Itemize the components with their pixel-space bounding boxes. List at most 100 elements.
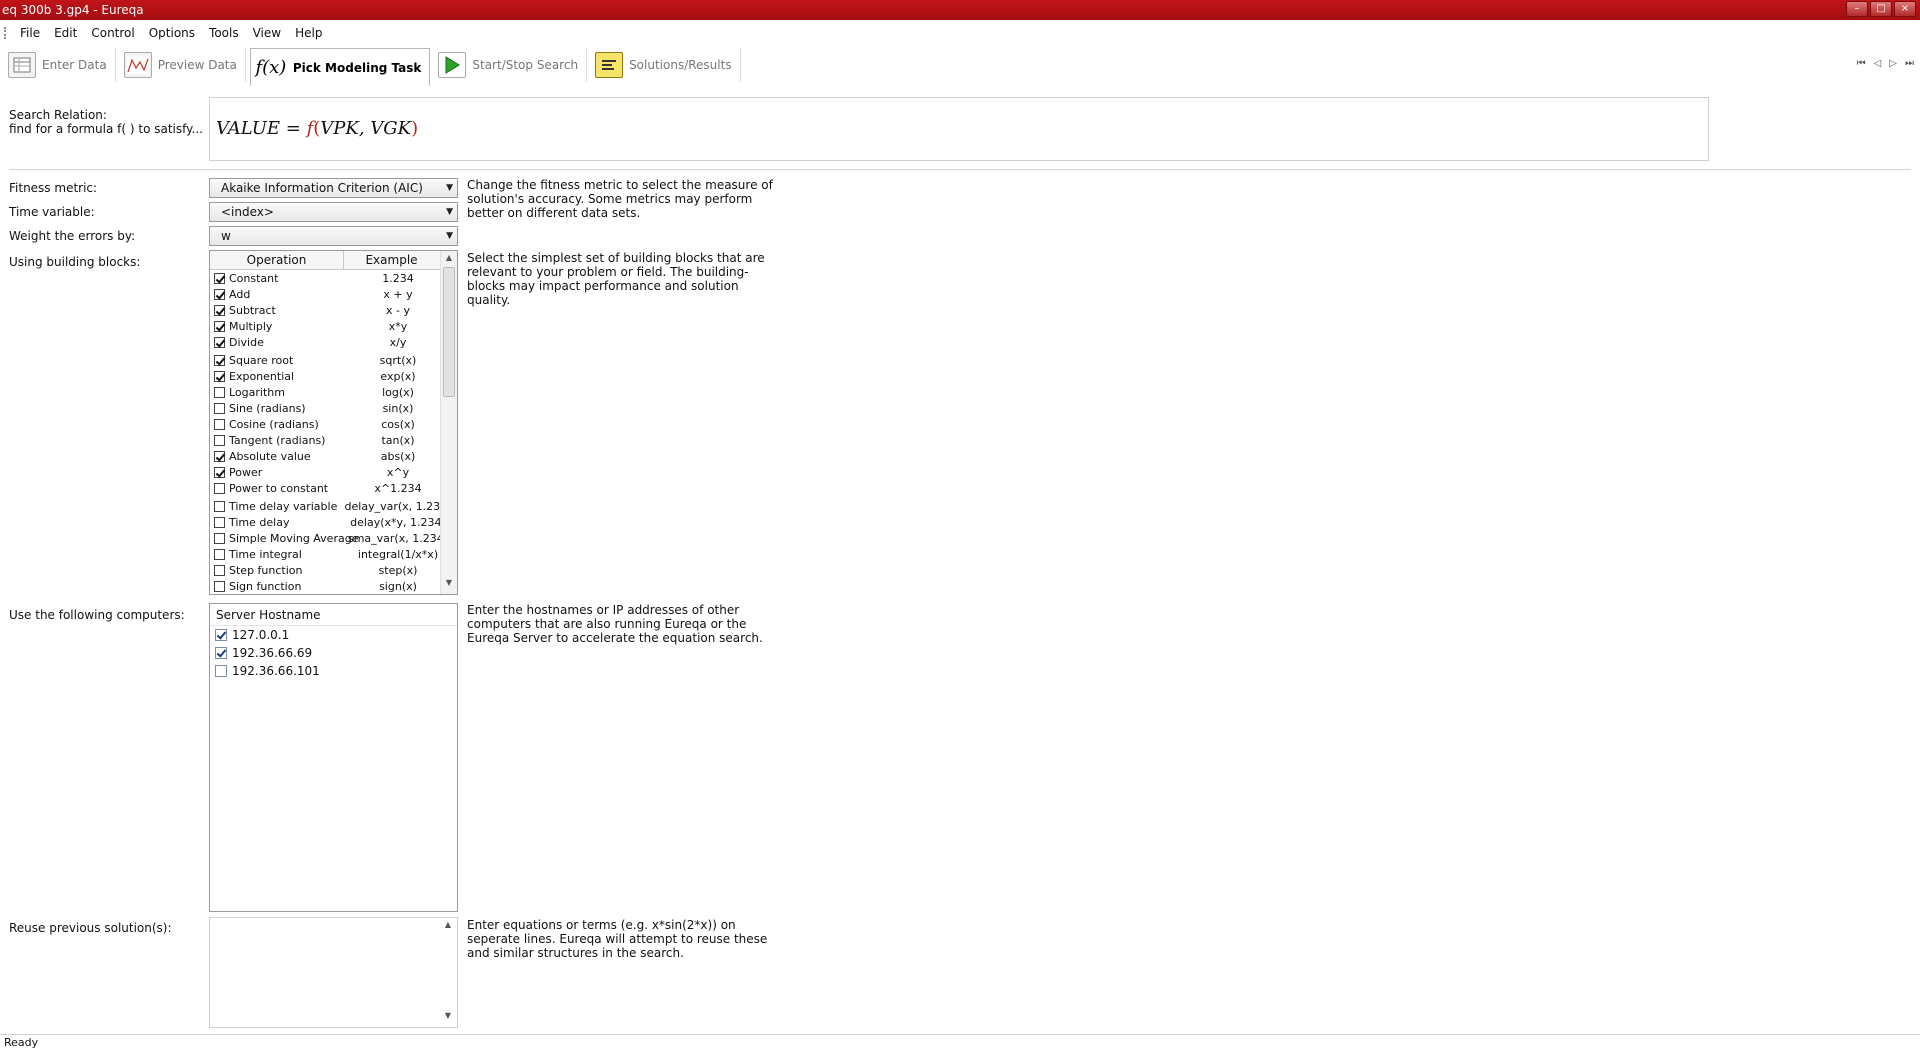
menu-options[interactable]: Options <box>142 23 202 43</box>
results-icon <box>595 52 624 78</box>
maximize-button[interactable]: □ <box>1870 1 1892 17</box>
building-block-checkbox[interactable] <box>214 516 225 528</box>
close-button[interactable]: × <box>1894 1 1916 17</box>
reuse-scrollbar[interactable]: ▲ ▼ <box>440 918 457 1027</box>
building-block-row[interactable]: Absolute value abs(x) <box>210 448 457 464</box>
host-row[interactable]: 127.0.0.1 <box>210 626 457 644</box>
building-block-operation: Cosine (radians) <box>229 417 319 431</box>
building-block-row[interactable]: Multiply x*y <box>210 318 457 334</box>
column-server-hostname: Server Hostname <box>210 604 457 626</box>
weight-errors-select[interactable]: w ▼ <box>209 226 458 246</box>
scroll-down-icon[interactable]: ▼ <box>440 1011 456 1025</box>
building-block-checkbox[interactable] <box>214 386 225 398</box>
building-block-example: sin(x) <box>382 401 414 415</box>
building-block-row[interactable]: Simple Moving Average sma_var(x, 1.234) <box>210 530 457 546</box>
building-block-checkbox[interactable] <box>214 532 225 544</box>
building-block-checkbox[interactable] <box>214 434 225 446</box>
building-block-row[interactable]: Time delay variable delay_var(x, 1.234) <box>210 498 457 514</box>
scroll-up-icon[interactable]: ▲ <box>441 253 457 267</box>
column-operation[interactable]: Operation <box>210 251 344 269</box>
host-row[interactable]: 192.36.66.101 <box>210 662 457 680</box>
menu-edit[interactable]: Edit <box>47 23 84 43</box>
building-blocks-table[interactable]: Operation Example Constant 1.234 Add x + yS… <box>209 250 458 595</box>
last-page-icon[interactable]: ⏭ <box>1905 58 1914 69</box>
menu-file[interactable]: File <box>13 23 47 43</box>
solutions-results-button[interactable]: Solutions/Results <box>591 48 741 82</box>
start-stop-search-button[interactable]: Start/Stop Search <box>434 48 588 82</box>
building-block-example: x^1.234 <box>374 481 422 495</box>
building-block-row[interactable]: Subtract x - y <box>210 302 457 318</box>
menu-control[interactable]: Control <box>84 23 141 43</box>
building-blocks-help: Select the simplest set of building bloc… <box>467 251 765 307</box>
building-block-checkbox[interactable] <box>214 304 225 316</box>
building-block-checkbox[interactable] <box>214 580 225 592</box>
building-block-checkbox[interactable] <box>214 418 225 430</box>
preview-data-button[interactable]: Preview Data <box>120 48 246 82</box>
building-block-row[interactable]: Power to constant x^1.234 <box>210 480 457 496</box>
building-block-row[interactable]: Power x^y <box>210 464 457 480</box>
enter-data-button[interactable]: Enter Data <box>4 48 116 82</box>
building-block-row[interactable]: Time delay delay(x*y, 1.234) <box>210 514 457 530</box>
next-page-icon[interactable]: ▷ <box>1889 58 1897 69</box>
building-block-example: x*y <box>388 319 408 333</box>
building-block-checkbox[interactable] <box>214 500 225 512</box>
computers-list[interactable]: Server Hostname 127.0.0.1 192.36.66.69 192… <box>209 603 458 912</box>
building-block-checkbox[interactable] <box>214 548 225 560</box>
building-block-row[interactable]: Tangent (radians) tan(x) <box>210 432 457 448</box>
menu-view[interactable]: View <box>246 23 288 43</box>
fitness-metric-select[interactable]: Akaike Information Criterion (AIC) ▼ <box>209 178 458 198</box>
building-block-checkbox[interactable] <box>214 272 225 284</box>
time-variable-select[interactable]: <index> ▼ <box>209 202 458 222</box>
building-block-row[interactable]: Sine (radians) sin(x) <box>210 400 457 416</box>
building-block-row[interactable]: Time integral integral(1/x*x) <box>210 546 457 562</box>
pick-modeling-task-button[interactable]: f(x) Pick Modeling Task <box>249 48 431 86</box>
building-block-operation: Multiply <box>229 319 273 333</box>
menu-tools[interactable]: Tools <box>202 23 246 43</box>
building-block-checkbox[interactable] <box>214 402 225 414</box>
building-block-row[interactable]: Constant 1.234 <box>210 270 457 286</box>
building-block-row[interactable]: Square root sqrt(x) <box>210 352 457 368</box>
reuse-solutions-input[interactable]: ▲ ▼ <box>209 917 458 1028</box>
host-checkbox[interactable] <box>215 629 227 641</box>
host-row[interactable]: 192.36.66.69 <box>210 644 457 662</box>
building-blocks-scrollbar[interactable]: ▲ ▼ <box>440 251 457 594</box>
building-block-checkbox[interactable] <box>214 482 225 494</box>
scroll-down-icon[interactable]: ▼ <box>441 578 457 592</box>
building-block-row[interactable]: Add x + y <box>210 286 457 302</box>
scroll-up-icon[interactable]: ▲ <box>440 920 456 934</box>
building-block-checkbox[interactable] <box>214 320 225 332</box>
building-block-row[interactable]: Sign function sign(x) <box>210 578 457 594</box>
building-block-example: step(x) <box>378 563 418 577</box>
previous-page-icon[interactable]: ◁ <box>1874 58 1882 69</box>
host-checkbox[interactable] <box>215 647 227 659</box>
building-block-operation: Sine (radians) <box>229 401 306 415</box>
column-example[interactable]: Example <box>344 251 439 269</box>
chevron-down-icon: ▼ <box>446 231 453 241</box>
menu-help[interactable]: Help <box>288 23 329 43</box>
building-block-checkbox[interactable] <box>214 336 225 348</box>
building-block-checkbox[interactable] <box>214 450 225 462</box>
title-bar: eq 300b 3.gp4 - Eureqa – □ × <box>0 0 1920 20</box>
start-stop-search-label: Start/Stop Search <box>472 58 579 72</box>
building-block-checkbox[interactable] <box>214 466 225 478</box>
scroll-thumb[interactable] <box>443 267 455 397</box>
building-block-checkbox[interactable] <box>214 288 225 300</box>
building-block-checkbox[interactable] <box>214 564 225 576</box>
host-name: 192.36.66.69 <box>232 646 313 660</box>
building-block-row[interactable]: Step function step(x) <box>210 562 457 578</box>
building-block-row[interactable]: Divide x/y <box>210 334 457 350</box>
building-block-example: integral(1/x*x) <box>357 547 439 561</box>
minimize-button[interactable]: – <box>1846 1 1868 17</box>
building-block-checkbox[interactable] <box>214 354 225 366</box>
building-block-operation: Logarithm <box>229 385 285 399</box>
building-block-row[interactable]: Exponential exp(x) <box>210 368 457 384</box>
building-block-operation: Subtract <box>229 303 276 317</box>
building-block-checkbox[interactable] <box>214 370 225 382</box>
first-page-icon[interactable]: ⏮ <box>1857 58 1866 69</box>
search-relation-formula[interactable]: VALUE = f(VPK, VGK) <box>209 97 1709 161</box>
building-block-row[interactable]: Logarithm log(x) <box>210 384 457 400</box>
host-checkbox[interactable] <box>215 665 227 677</box>
enter-data-label: Enter Data <box>42 58 107 72</box>
building-block-row[interactable]: Cosine (radians) cos(x) <box>210 416 457 432</box>
building-blocks-rows: Constant 1.234 Add x + y Subtract x - y Multip… <box>210 270 457 594</box>
